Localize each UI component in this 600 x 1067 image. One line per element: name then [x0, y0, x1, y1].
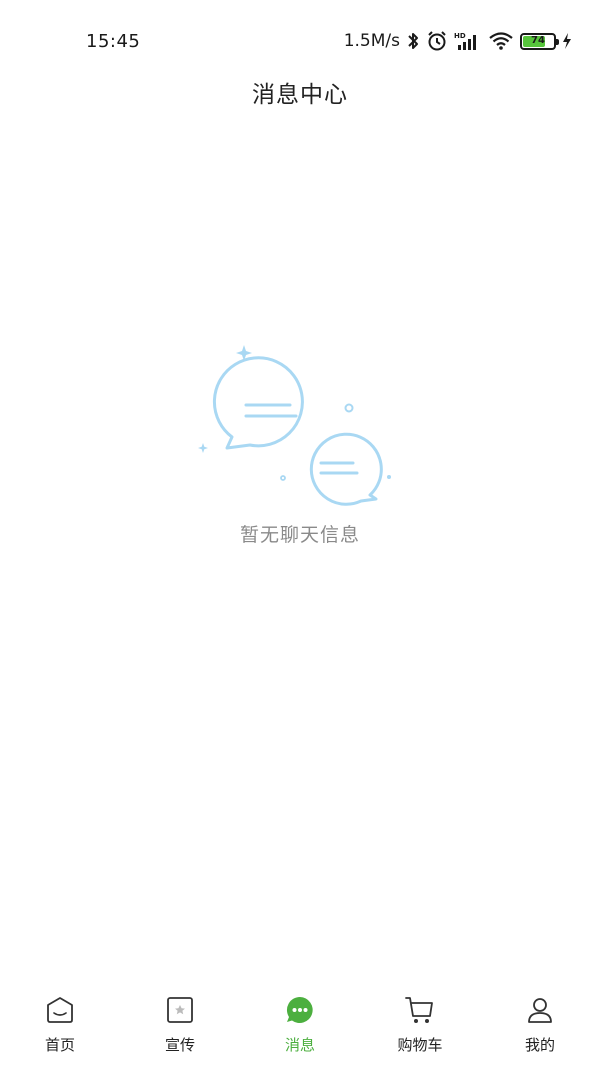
network-speed: 1.5M/s: [343, 31, 400, 51]
message-icon: [284, 994, 316, 1026]
tab-label: 首页: [44, 1036, 75, 1054]
tab-home[interactable]: 首页: [0, 990, 120, 1067]
bluetooth-icon: [406, 31, 420, 51]
alarm-icon: [426, 30, 448, 52]
tab-cart[interactable]: 购物车: [360, 990, 480, 1067]
battery-level: 74: [531, 35, 545, 46]
user-icon: [524, 994, 556, 1026]
home-icon: [44, 994, 76, 1026]
tab-label: 购物车: [397, 1036, 443, 1054]
tab-promotion[interactable]: 宣传: [120, 990, 240, 1067]
svg-text:HD: HD: [454, 32, 466, 40]
chat-bubbles-icon: [198, 345, 391, 506]
tab-messages[interactable]: 消息: [240, 990, 360, 1067]
header: 消息中心: [0, 68, 600, 116]
tab-label: 我的: [524, 1036, 555, 1054]
signal-hd-icon: HD: [454, 31, 482, 51]
battery-cap: [556, 38, 559, 45]
charging-icon: [562, 32, 572, 50]
empty-message: 暂无聊天信息: [239, 524, 360, 546]
status-indicators: 1.5M/s HD 74: [344, 29, 572, 53]
star-card-icon: [164, 994, 196, 1026]
status-time: 15:45: [86, 31, 141, 52]
cart-icon: [404, 994, 436, 1026]
empty-state: 暂无聊天信息: [0, 335, 600, 547]
tab-label: 宣传: [164, 1036, 195, 1054]
bottom-tab-bar: 首页 宣传 消息 购物车 我的: [0, 990, 600, 1067]
page-title: 消息中心: [252, 82, 348, 108]
wifi-icon: [488, 31, 514, 51]
battery-icon: 74: [520, 32, 559, 50]
tab-profile[interactable]: 我的: [480, 990, 600, 1067]
tab-label: 消息: [284, 1036, 315, 1054]
